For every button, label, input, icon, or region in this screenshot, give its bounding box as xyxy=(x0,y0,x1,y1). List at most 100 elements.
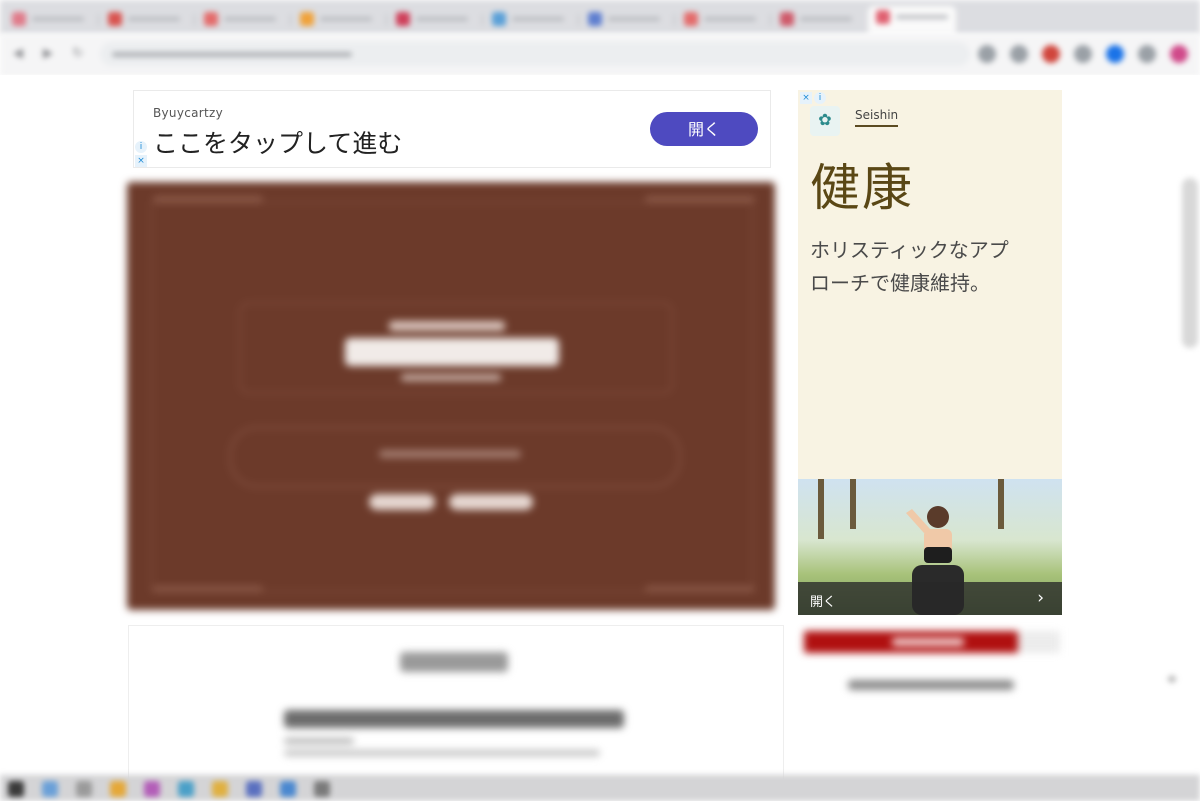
tab-title xyxy=(800,17,852,21)
tab-favicon-icon xyxy=(204,12,218,26)
extension-icon[interactable] xyxy=(978,45,996,63)
browser-tab[interactable] xyxy=(484,8,572,30)
tab-title xyxy=(512,17,564,21)
browser-tab[interactable] xyxy=(4,8,92,30)
tab-separator xyxy=(98,14,99,26)
taskbar-app-icon[interactable] xyxy=(212,781,228,797)
blurred-game-panel xyxy=(127,182,775,610)
taskbar-app-icon[interactable] xyxy=(8,781,24,797)
adchoices-info-icon[interactable]: i xyxy=(814,92,826,104)
tab-title xyxy=(32,17,84,21)
tab-title xyxy=(416,17,468,21)
tab-title xyxy=(320,17,372,21)
forward-button[interactable]: ▶ xyxy=(38,44,58,64)
tab-favicon-icon xyxy=(108,12,122,26)
article-card xyxy=(128,625,784,787)
side-caption xyxy=(848,680,1014,690)
ad-headline[interactable]: ここをタップして進む xyxy=(153,124,402,160)
photo-tree xyxy=(998,479,1004,529)
tab-favicon-icon xyxy=(12,12,26,26)
ad-heading[interactable]: 健康 xyxy=(810,148,914,220)
browser-tab[interactable] xyxy=(388,8,476,30)
ad-close-icon[interactable]: × xyxy=(800,92,812,104)
ad-open-button[interactable]: 開く xyxy=(650,112,758,146)
browser-toolbar: ◀ ▶ ↻ xyxy=(0,34,1200,75)
article-title[interactable] xyxy=(284,710,624,728)
ad-advertiser: Byuycartzy xyxy=(153,106,224,120)
game-decoration xyxy=(645,196,755,202)
brand-logo-icon: ✿ xyxy=(810,106,840,136)
ad-brand-name[interactable]: Seishin xyxy=(855,108,899,127)
tab-favicon-icon xyxy=(396,12,410,26)
ad-open-bar[interactable]: 開く › xyxy=(798,582,1062,615)
adchoices-info-icon[interactable]: i xyxy=(135,141,147,153)
address-text xyxy=(112,52,352,57)
tab-separator xyxy=(386,14,387,26)
tab-title xyxy=(128,17,180,21)
tab-separator xyxy=(674,14,675,26)
reload-button[interactable]: ↻ xyxy=(68,44,88,64)
taskbar-app-icon[interactable] xyxy=(76,781,92,797)
article-meta xyxy=(284,738,354,744)
extension-icon[interactable] xyxy=(1042,45,1060,63)
taskbar-app-icon[interactable] xyxy=(280,781,296,797)
browser-tab[interactable] xyxy=(100,8,188,30)
taskbar-app-icon[interactable] xyxy=(246,781,262,797)
web-page: Byuycartzy ここをタップして進む 開く i × × i ✿ Seish… xyxy=(0,75,1200,787)
game-decoration xyxy=(153,196,263,202)
side-ad[interactable]: × i ✿ Seishin 健康 ホリスティックなアプローチで健康維持。 開く … xyxy=(798,90,1062,615)
side-banner-text xyxy=(892,638,964,646)
tab-separator xyxy=(482,14,483,26)
browser-tab[interactable] xyxy=(772,8,860,30)
tab-favicon-icon xyxy=(780,12,794,26)
tab-separator xyxy=(194,14,195,26)
game-frame xyxy=(151,202,753,592)
game-decoration xyxy=(645,586,755,592)
taskbar-app-icon[interactable] xyxy=(178,781,194,797)
browser-tab-bar xyxy=(0,0,1200,34)
floating-action-icon[interactable]: ⌖ xyxy=(1162,670,1182,690)
browser-tab[interactable] xyxy=(580,8,668,30)
side-banner-button[interactable] xyxy=(1018,631,1060,653)
tab-title xyxy=(896,15,948,19)
back-button[interactable]: ◀ xyxy=(8,44,28,64)
browser-tab[interactable] xyxy=(868,6,956,34)
game-start-label xyxy=(379,450,521,458)
extension-icon[interactable] xyxy=(1170,45,1188,63)
photo-tree xyxy=(818,479,824,539)
game-option[interactable] xyxy=(449,494,533,510)
extension-icon[interactable] xyxy=(1010,45,1028,63)
page-scrollbar[interactable] xyxy=(1182,178,1198,348)
tab-title xyxy=(704,17,756,21)
tab-favicon-icon xyxy=(684,12,698,26)
extension-icon[interactable] xyxy=(1074,45,1092,63)
article-excerpt xyxy=(284,750,600,756)
os-taskbar xyxy=(0,775,1200,801)
ad-open-label[interactable]: 開く xyxy=(810,591,836,610)
extension-icon[interactable] xyxy=(1106,45,1124,63)
tab-separator xyxy=(578,14,579,26)
ad-description: ホリスティックなアプローチで健康維持。 xyxy=(810,238,1009,295)
taskbar-app-icon[interactable] xyxy=(314,781,330,797)
article-section-heading xyxy=(400,652,508,672)
taskbar-app-icon[interactable] xyxy=(144,781,160,797)
browser-tab[interactable] xyxy=(292,8,380,30)
browser-tab[interactable] xyxy=(196,8,284,30)
tab-favicon-icon xyxy=(300,12,314,26)
tab-favicon-icon xyxy=(492,12,506,26)
ad-close-icon[interactable]: × xyxy=(135,155,147,167)
taskbar-app-icon[interactable] xyxy=(42,781,58,797)
game-subtitle xyxy=(389,321,505,331)
top-banner-ad[interactable]: Byuycartzy ここをタップして進む 開く i × xyxy=(133,90,771,168)
tab-separator xyxy=(770,14,771,26)
address-bar[interactable] xyxy=(100,42,970,66)
game-decoration xyxy=(153,586,263,592)
photo-tree xyxy=(850,479,856,529)
game-caption xyxy=(401,374,501,381)
chevron-right-icon[interactable]: › xyxy=(1037,588,1044,608)
extension-icon[interactable] xyxy=(1138,45,1156,63)
game-option[interactable] xyxy=(369,494,435,510)
taskbar-app-icon[interactable] xyxy=(110,781,126,797)
browser-tab[interactable] xyxy=(676,8,764,30)
tab-title xyxy=(608,17,660,21)
